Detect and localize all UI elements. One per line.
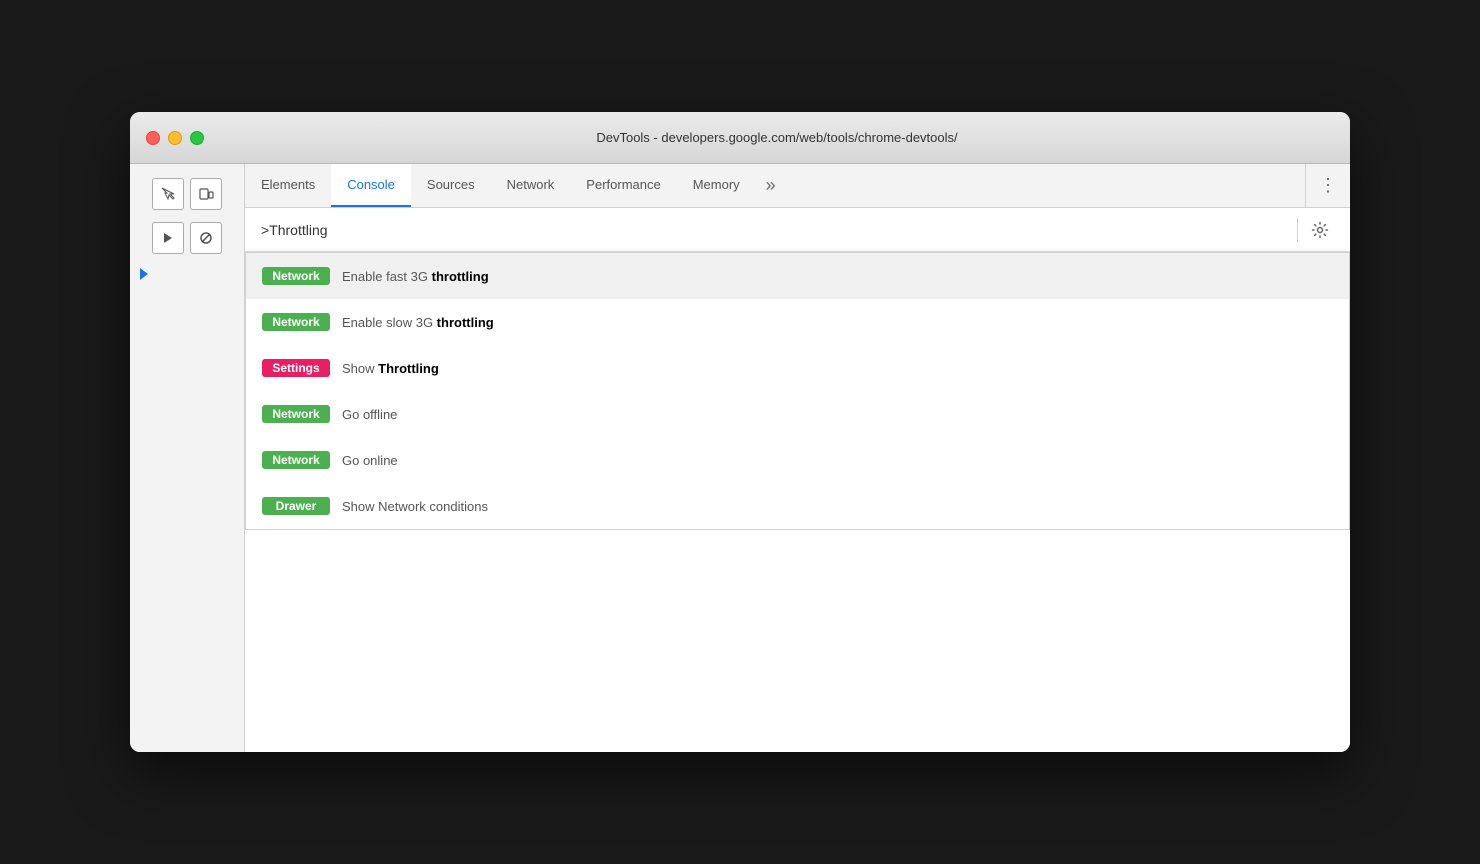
chevron-right-icon	[140, 268, 148, 280]
device-toolbar-icon[interactable]	[190, 178, 222, 210]
badge-settings-3: Settings	[262, 359, 330, 377]
item-text-1: Enable fast 3G throttling	[342, 269, 489, 284]
autocomplete-item-4[interactable]: Network Go offline	[246, 391, 1349, 437]
autocomplete-item-6[interactable]: Drawer Show Network conditions	[246, 483, 1349, 529]
main-panel: Elements Console Sources Network Perform…	[245, 164, 1350, 752]
devtools-container: Elements Console Sources Network Perform…	[130, 164, 1350, 752]
command-input[interactable]	[261, 222, 1289, 238]
badge-drawer-6: Drawer	[262, 497, 330, 515]
tabs-bar: Elements Console Sources Network Perform…	[245, 164, 1350, 208]
autocomplete-item-2[interactable]: Network Enable slow 3G throttling	[246, 299, 1349, 345]
command-divider	[1297, 218, 1298, 242]
title-bar: DevTools - developers.google.com/web/too…	[130, 112, 1350, 164]
tab-sources[interactable]: Sources	[411, 164, 491, 207]
tab-more-button[interactable]: »	[756, 164, 786, 207]
window-title: DevTools - developers.google.com/web/too…	[220, 130, 1334, 145]
badge-network-4: Network	[262, 405, 330, 423]
devtools-window: DevTools - developers.google.com/web/too…	[130, 112, 1350, 752]
autocomplete-dropdown: Network Enable fast 3G throttling Networ…	[245, 252, 1350, 530]
sidebar-bottom-icons	[130, 216, 244, 260]
autocomplete-item-5[interactable]: Network Go online	[246, 437, 1349, 483]
settings-icon[interactable]	[1306, 216, 1334, 244]
tab-memory[interactable]: Memory	[677, 164, 756, 207]
sidebar	[130, 164, 245, 752]
inspect-element-icon[interactable]	[152, 178, 184, 210]
block-icon[interactable]	[190, 222, 222, 254]
minimize-button[interactable]	[168, 131, 182, 145]
item-text-2: Enable slow 3G throttling	[342, 315, 494, 330]
tab-elements[interactable]: Elements	[245, 164, 331, 207]
maximize-button[interactable]	[190, 131, 204, 145]
traffic-lights	[146, 131, 204, 145]
rest-area	[245, 530, 1350, 752]
tabs-end-icons: ⋮	[1305, 164, 1350, 207]
badge-network-5: Network	[262, 451, 330, 469]
autocomplete-item-1[interactable]: Network Enable fast 3G throttling	[246, 253, 1349, 299]
kebab-menu-button[interactable]: ⋮	[1314, 172, 1342, 200]
command-bar	[245, 208, 1350, 252]
item-text-5: Go online	[342, 453, 398, 468]
item-text-6: Show Network conditions	[342, 499, 488, 514]
sidebar-expand[interactable]	[130, 260, 244, 288]
item-text-4: Go offline	[342, 407, 397, 422]
sidebar-top-icons	[130, 172, 244, 216]
tab-network[interactable]: Network	[491, 164, 571, 207]
play-icon[interactable]	[152, 222, 184, 254]
tab-console[interactable]: Console	[331, 164, 411, 207]
item-text-3: Show Throttling	[342, 361, 439, 376]
autocomplete-item-3[interactable]: Settings Show Throttling	[246, 345, 1349, 391]
tabs-spacer	[786, 164, 1305, 207]
badge-network-2: Network	[262, 313, 330, 331]
badge-network-1: Network	[262, 267, 330, 285]
tab-performance[interactable]: Performance	[570, 164, 676, 207]
close-button[interactable]	[146, 131, 160, 145]
